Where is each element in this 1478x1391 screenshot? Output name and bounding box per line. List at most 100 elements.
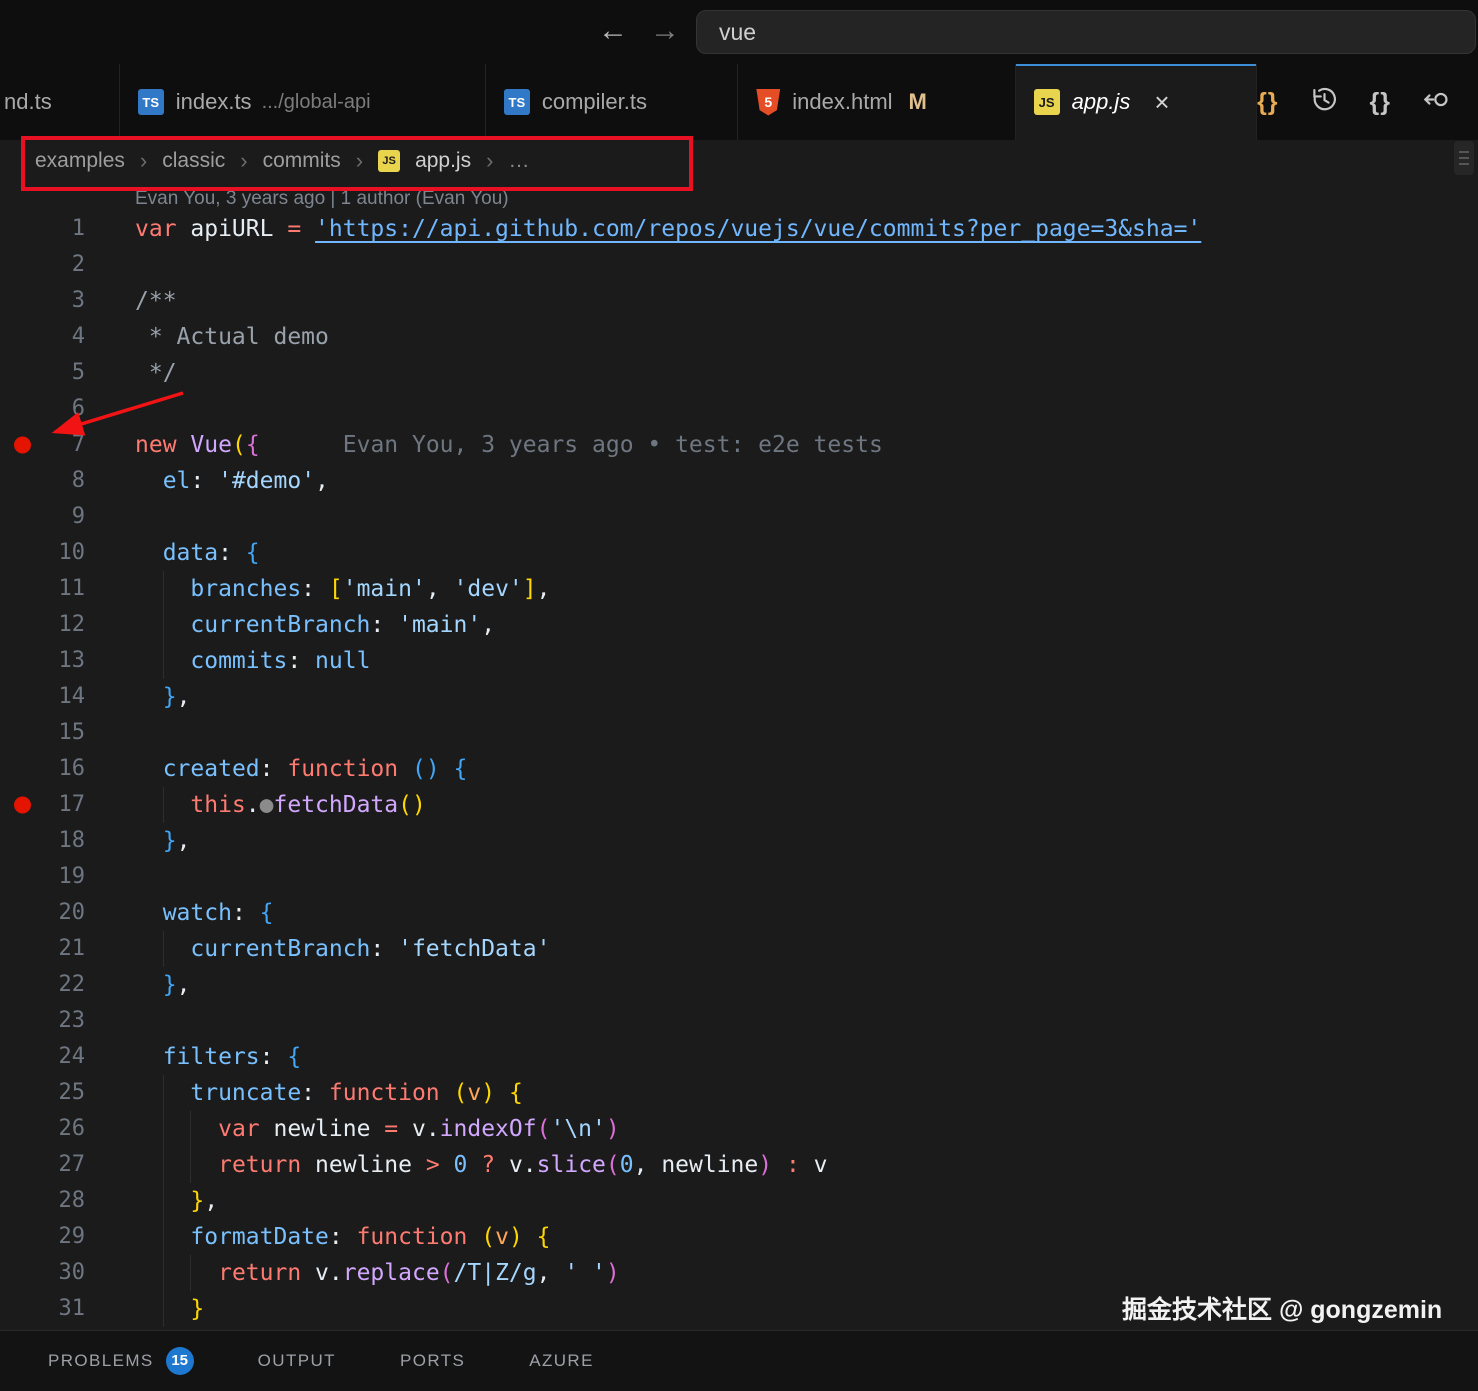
tab-app-js[interactable]: JS app.js × bbox=[1015, 64, 1258, 140]
line-gutter[interactable]: 1 bbox=[0, 211, 85, 247]
line-gutter[interactable]: 7 bbox=[0, 427, 85, 463]
breadcrumb-item-examples[interactable]: examples bbox=[35, 149, 125, 173]
line-gutter[interactable]: 22 bbox=[0, 967, 86, 1003]
code-token: fetchData bbox=[273, 792, 399, 818]
code-text[interactable]: * Actual demo bbox=[85, 319, 1478, 355]
panel-tab-ports[interactable]: PORTS bbox=[400, 1351, 465, 1371]
code-text[interactable]: filters: { bbox=[85, 1039, 1478, 1075]
code-token: v. bbox=[301, 1260, 343, 1286]
line-gutter[interactable]: 3 bbox=[0, 283, 85, 319]
html5-icon: 5 bbox=[756, 88, 781, 116]
code-text[interactable]: }, bbox=[85, 967, 1478, 1003]
line-gutter[interactable]: 28 bbox=[0, 1183, 86, 1219]
code-text[interactable]: formatDate: function (v) { bbox=[85, 1219, 1478, 1255]
code-text[interactable]: el: '#demo', bbox=[85, 463, 1478, 499]
code-token: newline bbox=[301, 1152, 426, 1178]
line-gutter[interactable]: 2 bbox=[0, 247, 85, 283]
code-text[interactable]: return v.replace(/T|Z/g, ' ') bbox=[85, 1255, 1478, 1291]
breadcrumb-item-more[interactable]: … bbox=[508, 149, 529, 173]
line-gutter[interactable]: 12 bbox=[0, 607, 86, 643]
code-text[interactable]: created: function () { bbox=[85, 751, 1478, 787]
line-gutter[interactable]: 13 bbox=[0, 643, 86, 679]
code-text[interactable]: branches: ['main', 'dev'], bbox=[85, 571, 1478, 607]
line-gutter[interactable]: 20 bbox=[0, 895, 86, 931]
line-gutter[interactable]: 10 bbox=[0, 535, 86, 571]
code-token: : bbox=[301, 576, 329, 602]
tab-compiler-ts[interactable]: TS compiler.ts bbox=[486, 64, 739, 140]
tab-index-ts[interactable]: TS index.ts .../global-api bbox=[120, 64, 486, 140]
line-gutter[interactable]: 8 bbox=[0, 463, 85, 499]
line-gutter[interactable]: 16 bbox=[0, 751, 86, 787]
line-gutter[interactable]: 19 bbox=[0, 859, 86, 895]
breadcrumb-item-file[interactable]: app.js bbox=[415, 149, 471, 173]
code-text[interactable]: currentBranch: 'fetchData' bbox=[85, 931, 1478, 967]
git-blame-header: Evan You, 3 years ago | 1 author (Evan Y… bbox=[135, 188, 509, 209]
code-text[interactable]: var apiURL = 'https://api.github.com/rep… bbox=[85, 211, 1478, 247]
panel-tab-output[interactable]: OUTPUT bbox=[258, 1351, 336, 1371]
code-text[interactable] bbox=[85, 715, 1478, 751]
code-text[interactable]: this.●fetchData() bbox=[85, 787, 1478, 823]
code-text[interactable]: */ bbox=[85, 355, 1478, 391]
code-text[interactable]: /** bbox=[85, 283, 1478, 319]
code-text[interactable] bbox=[85, 499, 1478, 535]
panel-tab-azure[interactable]: AZURE bbox=[529, 1351, 594, 1371]
code-text[interactable]: currentBranch: 'main', bbox=[85, 607, 1478, 643]
line-gutter[interactable]: 9 bbox=[0, 499, 85, 535]
breakpoint-dot[interactable] bbox=[14, 436, 31, 454]
tab-index-html[interactable]: 5 index.html M bbox=[738, 64, 1016, 140]
line-gutter[interactable]: 25 bbox=[0, 1075, 86, 1111]
code-text[interactable]: }, bbox=[85, 679, 1478, 715]
line-gutter[interactable]: 5 bbox=[0, 355, 85, 391]
close-icon[interactable]: × bbox=[1154, 87, 1169, 118]
open-changes-icon[interactable] bbox=[1423, 86, 1450, 118]
forward-arrow-icon[interactable]: → bbox=[650, 14, 680, 48]
code-text[interactable] bbox=[85, 247, 1478, 283]
line-gutter[interactable]: 26 bbox=[0, 1111, 86, 1147]
code-text[interactable]: new Vue({ Evan You, 3 years ago • test: … bbox=[85, 427, 1478, 463]
code-text[interactable]: }, bbox=[85, 823, 1478, 859]
line-gutter[interactable]: 27 bbox=[0, 1147, 86, 1183]
command-center-search[interactable]: vue bbox=[696, 10, 1476, 54]
line-gutter[interactable]: 18 bbox=[0, 823, 86, 859]
code-line: 7 new Vue({ Evan You, 3 years ago • test:… bbox=[0, 427, 1478, 463]
line-gutter[interactable]: 23 bbox=[0, 1003, 86, 1039]
line-gutter[interactable]: 6 bbox=[0, 391, 85, 427]
line-gutter[interactable]: 14 bbox=[0, 679, 86, 715]
timeline-history-icon[interactable] bbox=[1311, 86, 1338, 118]
line-gutter[interactable]: 11 bbox=[0, 571, 86, 607]
line-gutter[interactable]: 21 bbox=[0, 931, 86, 967]
breakpoint-dot[interactable] bbox=[14, 796, 31, 814]
braces-icon[interactable]: {} bbox=[1370, 88, 1391, 117]
code-text[interactable]: truncate: function (v) { bbox=[85, 1075, 1478, 1111]
breadcrumb-item-classic[interactable]: classic bbox=[162, 149, 225, 173]
line-gutter[interactable]: 15 bbox=[0, 715, 86, 751]
breadcrumb-item-commits[interactable]: commits bbox=[263, 149, 341, 173]
code-editor[interactable]: 1 var apiURL = 'https://api.github.com/re… bbox=[0, 211, 1478, 1327]
editor-overlay-widget[interactable] bbox=[1454, 141, 1474, 175]
indent-guide bbox=[190, 1255, 192, 1291]
line-gutter[interactable]: 4 bbox=[0, 319, 85, 355]
code-text[interactable] bbox=[85, 1003, 1478, 1039]
line-gutter[interactable]: 31 bbox=[0, 1291, 86, 1327]
code-text[interactable]: watch: { bbox=[85, 895, 1478, 931]
tab-partial-nd-ts[interactable]: nd.ts bbox=[0, 64, 120, 140]
code-text[interactable]: var newline = v.indexOf('\n') bbox=[85, 1111, 1478, 1147]
braces-format-icon[interactable]: {} bbox=[1257, 88, 1278, 117]
panel-tab-problems[interactable]: PROBLEMS 15 bbox=[48, 1347, 194, 1375]
code-token: ? bbox=[481, 1152, 496, 1178]
code-text[interactable]: data: { bbox=[85, 535, 1478, 571]
line-gutter[interactable]: 30 bbox=[0, 1255, 86, 1291]
code-token: { bbox=[245, 540, 260, 566]
code-text[interactable]: commits: null bbox=[85, 643, 1478, 679]
code-text[interactable] bbox=[85, 391, 1478, 427]
back-arrow-icon[interactable]: ← bbox=[598, 14, 628, 48]
code-text[interactable] bbox=[85, 859, 1478, 895]
line-gutter[interactable]: 29 bbox=[0, 1219, 86, 1255]
line-gutter[interactable]: 24 bbox=[0, 1039, 86, 1075]
code-text[interactable]: }, bbox=[85, 1183, 1478, 1219]
line-gutter[interactable]: 17 bbox=[0, 787, 85, 823]
code-line: 21 currentBranch: 'fetchData' bbox=[0, 931, 1478, 967]
code-text[interactable]: return newline > 0 ? v.slice(0, newline)… bbox=[85, 1147, 1478, 1183]
code-token: : bbox=[259, 1044, 288, 1070]
